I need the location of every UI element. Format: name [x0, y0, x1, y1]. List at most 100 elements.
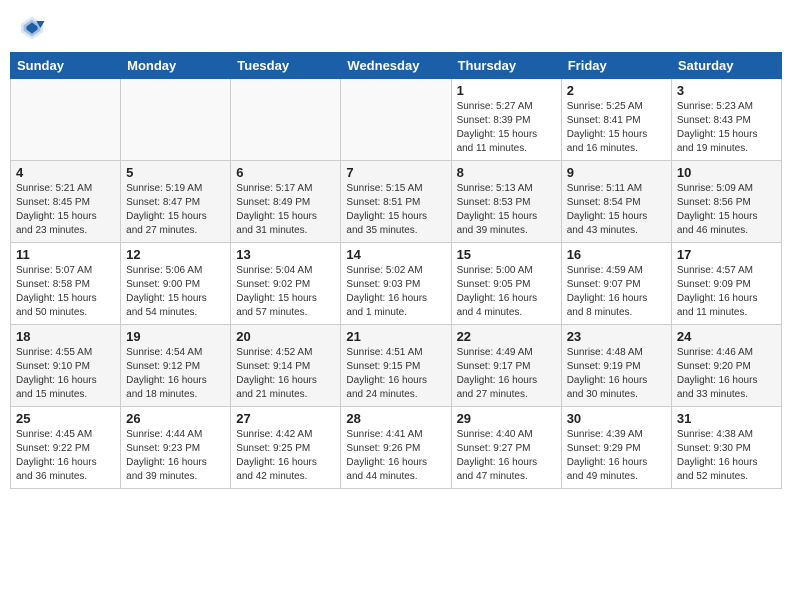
day-info: Sunrise: 4:48 AM Sunset: 9:19 PM Dayligh… — [567, 346, 666, 402]
calendar-cell: 28 Sunrise: 4:41 AM Sunset: 9:26 PM Dayli… — [341, 407, 451, 489]
day-info: Sunrise: 5:02 AM Sunset: 9:03 PM Dayligh… — [346, 264, 445, 320]
day-number: 23 — [567, 329, 666, 344]
calendar-cell: 27Sunrise: 4:42 AM Sunset: 9:25 PM Dayli… — [231, 407, 341, 489]
day-info: Sunrise: 4:40 AM Sunset: 9:27 PM Dayligh… — [457, 428, 556, 484]
calendar-cell: 8 Sunrise: 5:13 AM Sunset: 8:53 PM Daylig… — [451, 161, 561, 243]
day-info: Sunrise: 5:06 AM Sunset: 9:00 PM Dayligh… — [126, 264, 225, 320]
day-info: Sunrise: 4:38 AM Sunset: 9:30 PM Dayligh… — [677, 428, 776, 484]
day-info: Sunrise: 4:52 AM Sunset: 9:14 PM Dayligh… — [236, 346, 335, 402]
weekday-header-wednesday: Wednesday — [341, 53, 451, 79]
day-number: 1 — [457, 83, 556, 98]
calendar-cell: 26Sunrise: 4:44 AM Sunset: 9:23 PM Dayli… — [121, 407, 231, 489]
calendar-cell: 4 Sunrise: 5:21 AM Sunset: 8:45 PM Daylig… — [11, 161, 121, 243]
calendar-cell: 22 Sunrise: 4:49 AM Sunset: 9:17 PM Dayli… — [451, 325, 561, 407]
calendar-cell: 2 Sunrise: 5:25 AM Sunset: 8:41 PM Daylig… — [561, 79, 671, 161]
calendar-cell: 15 Sunrise: 5:00 AM Sunset: 9:05 PM Dayli… — [451, 243, 561, 325]
calendar-cell: 21Sunrise: 4:51 AM Sunset: 9:15 PM Dayli… — [341, 325, 451, 407]
weekday-header-tuesday: Tuesday — [231, 53, 341, 79]
day-number: 22 — [457, 329, 556, 344]
calendar-table: SundayMondayTuesdayWednesdayThursdayFrid… — [10, 52, 782, 489]
day-number: 31 — [677, 411, 776, 426]
day-number: 8 — [457, 165, 556, 180]
day-info: Sunrise: 4:59 AM Sunset: 9:07 PM Dayligh… — [567, 264, 666, 320]
calendar-cell: 25 Sunrise: 4:45 AM Sunset: 9:22 PM Dayli… — [11, 407, 121, 489]
calendar-cell: 31 Sunrise: 4:38 AM Sunset: 9:30 PM Dayli… — [671, 407, 781, 489]
day-info: Sunrise: 5:04 AM Sunset: 9:02 PM Dayligh… — [236, 264, 335, 320]
logo — [18, 14, 50, 42]
day-info: Sunrise: 4:41 AM Sunset: 9:26 PM Dayligh… — [346, 428, 445, 484]
day-number: 30 — [567, 411, 666, 426]
calendar-cell: 6 Sunrise: 5:17 AM Sunset: 8:49 PM Daylig… — [231, 161, 341, 243]
day-number: 20 — [236, 329, 335, 344]
page-header — [10, 10, 782, 46]
day-number: 28 — [346, 411, 445, 426]
calendar-cell: 24 Sunrise: 4:46 AM Sunset: 9:20 PM Dayli… — [671, 325, 781, 407]
calendar-cell: 16 Sunrise: 4:59 AM Sunset: 9:07 PM Dayli… — [561, 243, 671, 325]
day-number: 16 — [567, 247, 666, 262]
logo-icon — [18, 14, 46, 42]
calendar-week-row: 25 Sunrise: 4:45 AM Sunset: 9:22 PM Dayli… — [11, 407, 782, 489]
day-number: 15 — [457, 247, 556, 262]
day-info: Sunrise: 5:25 AM Sunset: 8:41 PM Dayligh… — [567, 100, 666, 156]
day-info: Sunrise: 4:51 AM Sunset: 9:15 PM Dayligh… — [346, 346, 445, 402]
day-info: Sunrise: 4:49 AM Sunset: 9:17 PM Dayligh… — [457, 346, 556, 402]
day-info: Sunrise: 5:17 AM Sunset: 8:49 PM Dayligh… — [236, 182, 335, 238]
calendar-cell: 7Sunrise: 5:15 AM Sunset: 8:51 PM Daylig… — [341, 161, 451, 243]
day-number: 13 — [236, 247, 335, 262]
calendar-cell: 19 Sunrise: 4:54 AM Sunset: 9:12 PM Dayli… — [121, 325, 231, 407]
calendar-cell: 17 Sunrise: 4:57 AM Sunset: 9:09 PM Dayli… — [671, 243, 781, 325]
day-info: Sunrise: 4:55 AM Sunset: 9:10 PM Dayligh… — [16, 346, 115, 402]
calendar-cell: 13 Sunrise: 5:04 AM Sunset: 9:02 PM Dayli… — [231, 243, 341, 325]
day-info: Sunrise: 5:15 AM Sunset: 8:51 PM Dayligh… — [346, 182, 445, 238]
day-number: 6 — [236, 165, 335, 180]
day-info: Sunrise: 5:09 AM Sunset: 8:56 PM Dayligh… — [677, 182, 776, 238]
day-number: 5 — [126, 165, 225, 180]
calendar-cell: 10 Sunrise: 5:09 AM Sunset: 8:56 PM Dayli… — [671, 161, 781, 243]
day-info: Sunrise: 5:11 AM Sunset: 8:54 PM Dayligh… — [567, 182, 666, 238]
day-number: 10 — [677, 165, 776, 180]
day-info: Sunrise: 4:42 AM Sunset: 9:25 PM Dayligh… — [236, 428, 335, 484]
calendar-cell: 20 Sunrise: 4:52 AM Sunset: 9:14 PM Dayli… — [231, 325, 341, 407]
calendar-cell: 18Sunrise: 4:55 AM Sunset: 9:10 PM Dayli… — [11, 325, 121, 407]
weekday-header-saturday: Saturday — [671, 53, 781, 79]
day-number: 25 — [16, 411, 115, 426]
day-number: 2 — [567, 83, 666, 98]
day-number: 3 — [677, 83, 776, 98]
day-info: Sunrise: 4:54 AM Sunset: 9:12 PM Dayligh… — [126, 346, 225, 402]
calendar-week-row: 18Sunrise: 4:55 AM Sunset: 9:10 PM Dayli… — [11, 325, 782, 407]
day-info: Sunrise: 5:27 AM Sunset: 8:39 PM Dayligh… — [457, 100, 556, 156]
calendar-cell — [341, 79, 451, 161]
day-number: 19 — [126, 329, 225, 344]
calendar-week-row: 1 Sunrise: 5:27 AM Sunset: 8:39 PM Daylig… — [11, 79, 782, 161]
calendar-cell — [231, 79, 341, 161]
weekday-header-sunday: Sunday — [11, 53, 121, 79]
calendar-cell: 23 Sunrise: 4:48 AM Sunset: 9:19 PM Dayli… — [561, 325, 671, 407]
day-info: Sunrise: 5:21 AM Sunset: 8:45 PM Dayligh… — [16, 182, 115, 238]
day-number: 14 — [346, 247, 445, 262]
calendar-cell: 5Sunrise: 5:19 AM Sunset: 8:47 PM Daylig… — [121, 161, 231, 243]
day-info: Sunrise: 5:07 AM Sunset: 8:58 PM Dayligh… — [16, 264, 115, 320]
calendar-cell: 14 Sunrise: 5:02 AM Sunset: 9:03 PM Dayli… — [341, 243, 451, 325]
day-info: Sunrise: 4:46 AM Sunset: 9:20 PM Dayligh… — [677, 346, 776, 402]
day-number: 17 — [677, 247, 776, 262]
day-number: 11 — [16, 247, 115, 262]
day-info: Sunrise: 5:23 AM Sunset: 8:43 PM Dayligh… — [677, 100, 776, 156]
day-number: 29 — [457, 411, 556, 426]
calendar-cell: 12Sunrise: 5:06 AM Sunset: 9:00 PM Dayli… — [121, 243, 231, 325]
calendar-cell: 29 Sunrise: 4:40 AM Sunset: 9:27 PM Dayli… — [451, 407, 561, 489]
calendar-cell — [11, 79, 121, 161]
day-number: 4 — [16, 165, 115, 180]
weekday-header-thursday: Thursday — [451, 53, 561, 79]
weekday-header-row: SundayMondayTuesdayWednesdayThursdayFrid… — [11, 53, 782, 79]
calendar-cell: 11 Sunrise: 5:07 AM Sunset: 8:58 PM Dayli… — [11, 243, 121, 325]
day-info: Sunrise: 5:13 AM Sunset: 8:53 PM Dayligh… — [457, 182, 556, 238]
calendar-week-row: 11 Sunrise: 5:07 AM Sunset: 8:58 PM Dayli… — [11, 243, 782, 325]
day-number: 24 — [677, 329, 776, 344]
day-info: Sunrise: 4:57 AM Sunset: 9:09 PM Dayligh… — [677, 264, 776, 320]
calendar-cell: 3 Sunrise: 5:23 AM Sunset: 8:43 PM Daylig… — [671, 79, 781, 161]
weekday-header-monday: Monday — [121, 53, 231, 79]
day-info: Sunrise: 4:44 AM Sunset: 9:23 PM Dayligh… — [126, 428, 225, 484]
day-info: Sunrise: 5:00 AM Sunset: 9:05 PM Dayligh… — [457, 264, 556, 320]
weekday-header-friday: Friday — [561, 53, 671, 79]
day-info: Sunrise: 4:45 AM Sunset: 9:22 PM Dayligh… — [16, 428, 115, 484]
